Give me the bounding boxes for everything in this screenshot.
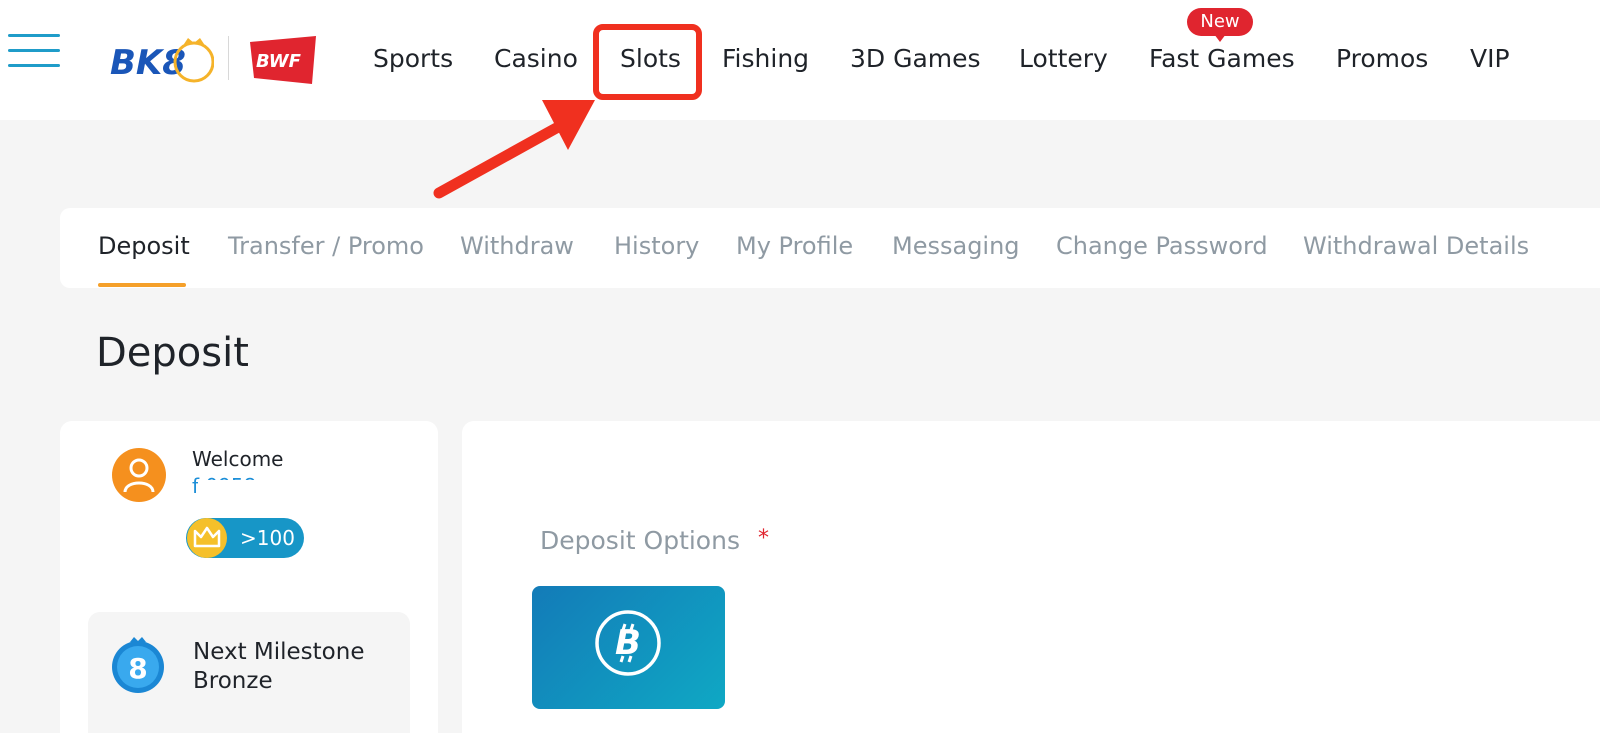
nav-vip[interactable]: VIP (1470, 44, 1510, 73)
tab-deposit[interactable]: Deposit (98, 232, 190, 260)
new-badge: New (1187, 8, 1253, 42)
svg-text:8: 8 (128, 652, 147, 685)
crown-icon (187, 518, 227, 558)
bwf-logo[interactable]: BWF (246, 34, 320, 86)
deposit-options-label: Deposit Options (540, 526, 740, 555)
next-milestone-label: Next Milestone Bronze (193, 638, 364, 696)
arrow-annotation (433, 100, 595, 199)
tab-withdrawal-details[interactable]: Withdrawal Details (1303, 232, 1529, 260)
svg-text:BWF: BWF (256, 51, 302, 72)
nav-fishing[interactable]: Fishing (722, 44, 809, 73)
tab-my-profile[interactable]: My Profile (736, 232, 853, 260)
logo-divider (228, 36, 229, 80)
nav-promos[interactable]: Promos (1336, 44, 1428, 73)
milestone-line-1: Next Milestone (193, 639, 365, 665)
nav-3d-games[interactable]: 3D Games (850, 44, 981, 73)
nav-fast-games[interactable]: Fast Games (1149, 44, 1295, 73)
nav-lottery[interactable]: Lottery (1019, 44, 1108, 73)
medal-icon: 8 (112, 637, 164, 693)
level-value: >100 (240, 526, 295, 550)
slots-highlight-box (593, 24, 702, 100)
account-tabs: Deposit Transfer / Promo Withdraw Histor… (60, 208, 1600, 288)
milestone-line-2: Bronze (193, 668, 273, 694)
top-header: BK8 BWF Sports Casino Slots Fishing 3D G… (0, 0, 1600, 120)
page-title: Deposit (96, 330, 249, 376)
tab-change-password[interactable]: Change Password (1056, 232, 1268, 260)
username-text: f 0958 (192, 474, 302, 494)
active-tab-indicator (98, 283, 186, 287)
welcome-label: Welcome (192, 447, 284, 471)
bitcoin-icon: B (595, 610, 661, 676)
tab-messaging[interactable]: Messaging (892, 232, 1020, 260)
nav-sports[interactable]: Sports (373, 44, 453, 73)
required-indicator: * (758, 526, 769, 551)
user-avatar-icon (112, 448, 166, 502)
tab-history[interactable]: History (614, 232, 699, 260)
tab-withdraw[interactable]: Withdraw (460, 232, 574, 260)
menu-icon[interactable] (8, 34, 60, 70)
bk8-logo[interactable]: BK8 (110, 34, 214, 86)
svg-text:B: B (615, 623, 641, 663)
tab-transfer-promo[interactable]: Transfer / Promo (228, 232, 424, 260)
nav-casino[interactable]: Casino (494, 44, 578, 73)
